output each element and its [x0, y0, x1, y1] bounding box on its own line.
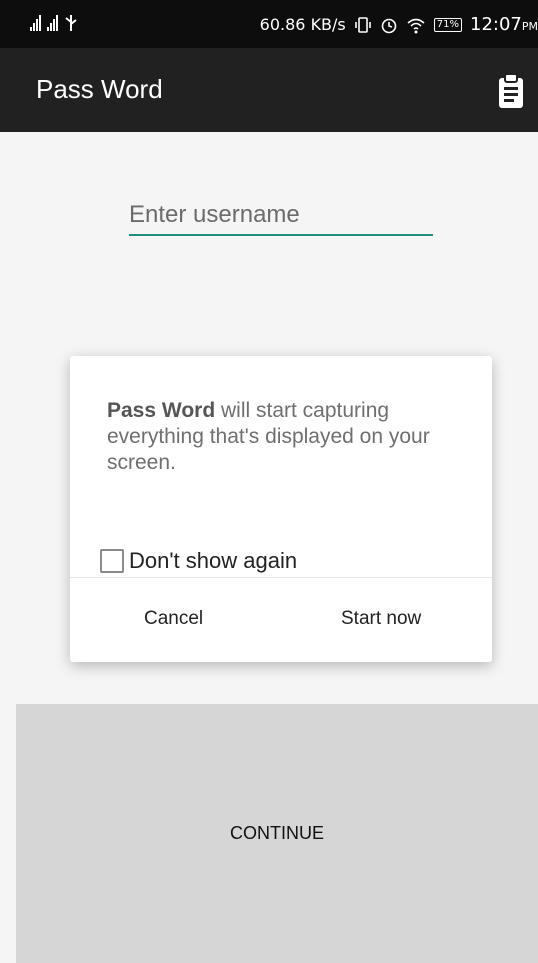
wifi-icon — [407, 18, 425, 33]
dont-show-again-row[interactable]: Don't show again — [100, 548, 297, 574]
status-left-icons — [30, 14, 78, 32]
app-bar: Pass Word — [0, 48, 538, 132]
start-now-button[interactable]: Start now — [341, 608, 421, 630]
clock-ampm: PM — [521, 20, 538, 33]
vibrate-icon — [354, 16, 371, 33]
dont-show-again-label[interactable]: Don't show again — [129, 548, 297, 574]
signal-strength-icon — [30, 15, 41, 31]
screen-capture-dialog: Pass Word will start capturing everythin… — [70, 356, 492, 662]
clipboard-button[interactable] — [494, 72, 528, 112]
battery-icon: 71% — [433, 17, 462, 32]
usb-icon — [65, 15, 77, 31]
continue-button[interactable]: CONTINUE — [16, 704, 538, 963]
alarm-icon — [381, 18, 397, 33]
signal-strength-2-icon — [47, 15, 58, 31]
clock-time: 12:07 — [470, 14, 522, 35]
dont-show-again-checkbox[interactable] — [100, 549, 124, 573]
status-right-icons: 60.86 KB/s 71% 12:07PM — [260, 14, 538, 35]
dialog-app-name: Pass Word — [107, 399, 216, 422]
dialog-divider — [70, 577, 492, 578]
network-speed: 60.86 KB/s — [259, 15, 346, 34]
clipboard-icon — [499, 73, 523, 108]
dialog-message: Pass Word will start capturing everythin… — [107, 398, 467, 476]
username-input[interactable] — [129, 196, 433, 236]
clock: 12:07PM — [470, 14, 538, 35]
app-title: Pass Word — [36, 74, 163, 104]
cancel-button[interactable]: Cancel — [144, 608, 203, 630]
status-bar: 60.86 KB/s 71% 12:07PM — [0, 0, 538, 48]
